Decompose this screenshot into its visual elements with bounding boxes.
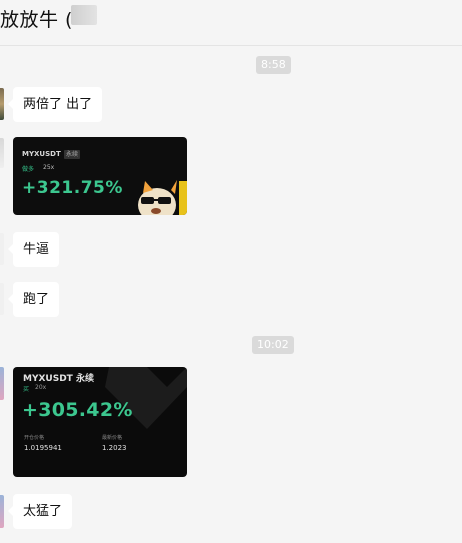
trading-pair: MYXUSDT 永续 xyxy=(23,374,94,384)
position-side: 买 xyxy=(23,386,30,393)
open-price-label: 开仓价格 xyxy=(24,435,45,441)
mascot-illustration xyxy=(138,180,187,215)
message-bubble[interactable]: 两倍了 出了 xyxy=(7,87,103,122)
chat-title[interactable]: 放放牛 ( xyxy=(0,5,73,32)
message-bubble[interactable]: 跑了 xyxy=(7,282,60,317)
pnl-image-message[interactable]: MYXUSDT 永续 买 20x +305.42% 开仓价格 1.0195941… xyxy=(13,367,187,477)
blurred-name-redaction xyxy=(71,5,97,25)
avatar[interactable] xyxy=(0,233,4,265)
message-bubble[interactable]: 牛逼 xyxy=(7,232,60,267)
chat-header: 放放牛 ( xyxy=(0,0,462,46)
position-side: 做多 xyxy=(22,166,35,173)
avatar[interactable] xyxy=(0,495,4,528)
avatar[interactable] xyxy=(0,138,4,168)
leverage: 25x xyxy=(43,164,55,171)
timestamp-separator: 10:02 xyxy=(252,336,294,354)
leverage: 20x xyxy=(35,384,47,391)
avatar[interactable] xyxy=(0,367,4,400)
latest-price-label: 最新价格 xyxy=(102,435,123,441)
avatar[interactable] xyxy=(0,88,4,120)
avatar[interactable] xyxy=(0,283,4,315)
timestamp-separator: 8:58 xyxy=(256,56,291,74)
message-bubble[interactable]: 太猛了 xyxy=(7,494,73,529)
open-price-value: 1.0195941 xyxy=(24,444,62,452)
trading-pair: MYXUSDT xyxy=(22,150,61,158)
pnl-percentage: +321.75% xyxy=(22,178,123,198)
pnl-percentage: +305.42% xyxy=(22,399,133,421)
latest-price-value: 1.2023 xyxy=(102,444,127,452)
pnl-image-message[interactable]: MYXUSDT 永续 做多 25x +321.75% xyxy=(13,137,187,215)
contract-tag: 永续 xyxy=(64,150,81,159)
